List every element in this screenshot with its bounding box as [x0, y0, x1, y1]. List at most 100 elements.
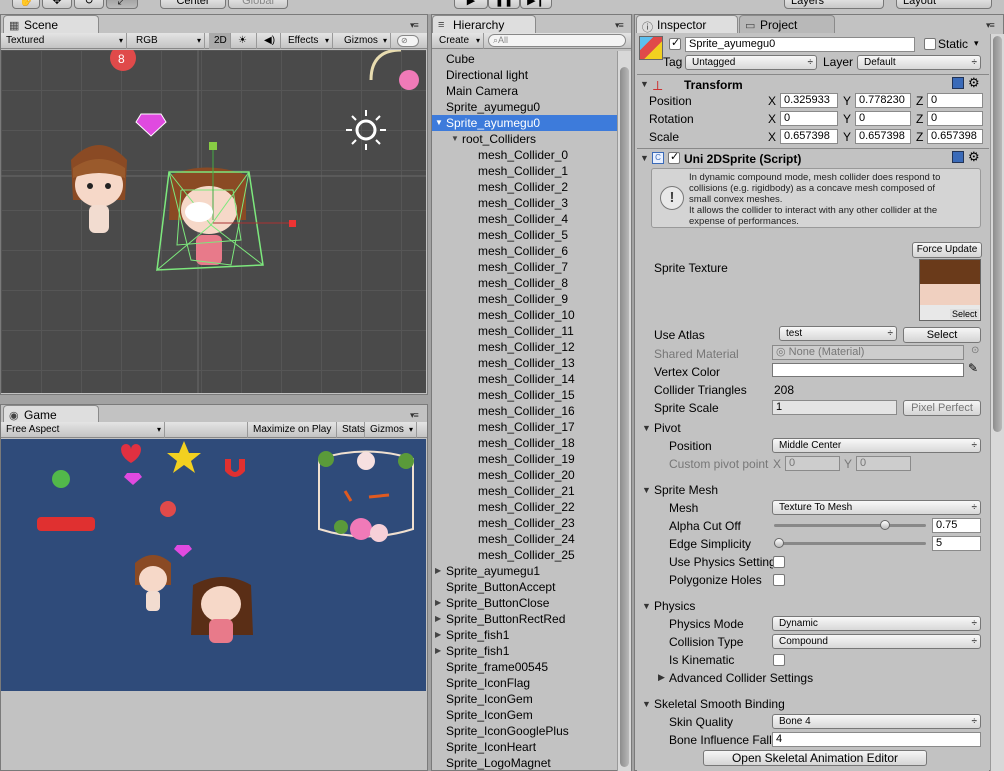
settings-gear-icon[interactable]: ⚙: [968, 149, 980, 165]
create-dropdown[interactable]: Create: [434, 33, 484, 49]
scale-y-field[interactable]: 0.657398: [855, 129, 911, 144]
hierarchy-scrollbar[interactable]: [617, 51, 631, 771]
hierarchy-row[interactable]: Sprite_IconGooglePlus: [432, 723, 617, 739]
scale-z-field[interactable]: 0.657398: [927, 129, 983, 144]
rotation-x-field[interactable]: 0: [780, 111, 838, 126]
hierarchy-row[interactable]: ▼ root_Colliders: [432, 131, 617, 147]
hierarchy-scroll-thumb[interactable]: [620, 67, 629, 767]
use-physics-settings-checkbox[interactable]: [773, 556, 785, 568]
tab-project[interactable]: ▭ Project: [739, 15, 835, 33]
hierarchy-row[interactable]: mesh_Collider_4: [432, 211, 617, 227]
position-y-field[interactable]: 0.778230: [855, 93, 911, 108]
render-mode-dropdown[interactable]: RGB: [131, 33, 205, 49]
atlas-dropdown[interactable]: test: [779, 326, 897, 341]
audio-toggle[interactable]: ◀): [259, 33, 281, 49]
tab-inspector[interactable]: ⓘ Inspector: [636, 15, 738, 34]
atlas-select-button[interactable]: Select: [903, 327, 981, 343]
collision-type-dropdown[interactable]: Compound: [772, 634, 981, 649]
alpha-cut-off-knob[interactable]: [880, 520, 890, 530]
vertex-color-swatch[interactable]: [772, 363, 964, 377]
force-update-button[interactable]: Force Update: [912, 242, 982, 258]
hierarchy-row[interactable]: Main Camera: [432, 83, 617, 99]
script-foldout[interactable]: ▼: [640, 153, 649, 163]
hierarchy-row[interactable]: Sprite_ButtonAccept: [432, 579, 617, 595]
hierarchy-row[interactable]: Directional light: [432, 67, 617, 83]
hierarchy-row[interactable]: Sprite_ayumegu0: [432, 99, 617, 115]
hierarchy-row[interactable]: mesh_Collider_20: [432, 467, 617, 483]
texture-select-button[interactable]: Select: [949, 309, 979, 319]
hierarchy-row[interactable]: Sprite_IconHeart: [432, 739, 617, 755]
pivot-mode-button[interactable]: Center: [160, 0, 226, 9]
hierarchy-row[interactable]: mesh_Collider_16: [432, 403, 617, 419]
sprite-mesh-foldout[interactable]: ▼: [642, 485, 651, 495]
tag-dropdown[interactable]: Untagged: [685, 55, 817, 70]
transform-foldout[interactable]: ▼: [640, 79, 649, 89]
rotation-y-field[interactable]: 0: [855, 111, 911, 126]
tab-hierarchy[interactable]: ≡ Hierarchy: [432, 15, 536, 33]
hierarchy-row[interactable]: mesh_Collider_6: [432, 243, 617, 259]
hierarchy-row[interactable]: mesh_Collider_25: [432, 547, 617, 563]
object-name-field[interactable]: Sprite_ayumegu0: [685, 37, 915, 52]
hierarchy-row[interactable]: mesh_Collider_12: [432, 339, 617, 355]
gizmos-dropdown[interactable]: Gizmos: [339, 33, 391, 49]
step-button[interactable]: ▶❙: [520, 0, 552, 9]
play-button[interactable]: ▶: [454, 0, 488, 9]
hierarchy-search-input[interactable]: ⌕All: [488, 34, 626, 47]
script-enabled-checkbox[interactable]: ✓: [668, 151, 680, 164]
hierarchy-row[interactable]: mesh_Collider_9: [432, 291, 617, 307]
settings-gear-icon[interactable]: ⚙: [968, 75, 980, 91]
hierarchy-row[interactable]: mesh_Collider_23: [432, 515, 617, 531]
hierarchy-row[interactable]: mesh_Collider_17: [432, 419, 617, 435]
hierarchy-row[interactable]: Sprite_IconFlag: [432, 675, 617, 691]
edge-simplicity-slider[interactable]: [774, 542, 926, 545]
open-skeletal-editor-button[interactable]: Open Skeletal Animation Editor: [703, 750, 927, 766]
pause-button[interactable]: ❚❚: [488, 0, 520, 9]
inspector-menu-icon[interactable]: ▾≡: [986, 20, 995, 31]
game-gizmos-dropdown[interactable]: Gizmos: [365, 422, 417, 438]
hierarchy-row[interactable]: mesh_Collider_5: [432, 227, 617, 243]
hierarchy-row[interactable]: Sprite_LogoMagnet: [432, 755, 617, 771]
hierarchy-row[interactable]: mesh_Collider_13: [432, 355, 617, 371]
bone-influence-field[interactable]: 4: [772, 732, 981, 747]
static-checkbox[interactable]: [924, 38, 936, 50]
collapsed-arrow-icon[interactable]: ▶: [435, 611, 441, 627]
panel-menu-icon[interactable]: ▾≡: [410, 20, 419, 31]
hierarchy-row[interactable]: mesh_Collider_0: [432, 147, 617, 163]
hierarchy-row[interactable]: Cube: [432, 51, 617, 67]
physics-mode-dropdown[interactable]: Dynamic: [772, 616, 981, 631]
hierarchy-row[interactable]: ▶ Sprite_ButtonRectRed: [432, 611, 617, 627]
effects-dropdown[interactable]: Effects: [283, 33, 333, 49]
sprite-texture-thumbnail[interactable]: Select: [919, 259, 981, 321]
collapsed-arrow-icon[interactable]: ▶: [435, 563, 441, 579]
is-kinematic-checkbox[interactable]: [773, 654, 785, 666]
hierarchy-row[interactable]: ▶ Sprite_fish1: [432, 643, 617, 659]
scale-tool-button[interactable]: ⤢: [106, 0, 138, 9]
tab-game[interactable]: ◉ Game: [3, 405, 99, 423]
pivot-position-dropdown[interactable]: Middle Center: [772, 438, 981, 453]
aspect-dropdown[interactable]: Free Aspect: [1, 422, 165, 438]
polygonize-holes-checkbox[interactable]: [773, 574, 785, 586]
sprite-scale-field[interactable]: 1: [772, 400, 897, 415]
collapsed-arrow-icon[interactable]: ▶: [435, 643, 441, 659]
hierarchy-row[interactable]: mesh_Collider_1: [432, 163, 617, 179]
pivot-foldout[interactable]: ▼: [642, 423, 651, 433]
layer-dropdown[interactable]: Default: [857, 55, 981, 70]
tab-scene[interactable]: ▦ Scene: [3, 15, 99, 33]
move-tool-button[interactable]: ✥: [42, 0, 72, 9]
hierarchy-row[interactable]: Sprite_frame00545: [432, 659, 617, 675]
hierarchy-row[interactable]: mesh_Collider_21: [432, 483, 617, 499]
help-book-icon[interactable]: [952, 77, 964, 89]
advanced-collider-foldout[interactable]: ▶: [658, 672, 665, 683]
layers-dropdown[interactable]: Layers: [784, 0, 884, 9]
position-z-field[interactable]: 0: [927, 93, 983, 108]
game-viewport[interactable]: [1, 439, 426, 691]
inspector-scroll-thumb[interactable]: [993, 36, 1002, 432]
2d-toggle[interactable]: 2D: [209, 33, 231, 49]
scale-x-field[interactable]: 0.657398: [780, 129, 838, 144]
lighting-toggle[interactable]: ☀: [233, 33, 257, 49]
hierarchy-row[interactable]: mesh_Collider_2: [432, 179, 617, 195]
mesh-dropdown[interactable]: Texture To Mesh: [772, 500, 981, 515]
hierarchy-row[interactable]: Sprite_IconGem: [432, 707, 617, 723]
hierarchy-row[interactable]: mesh_Collider_24: [432, 531, 617, 547]
hierarchy-row[interactable]: mesh_Collider_15: [432, 387, 617, 403]
